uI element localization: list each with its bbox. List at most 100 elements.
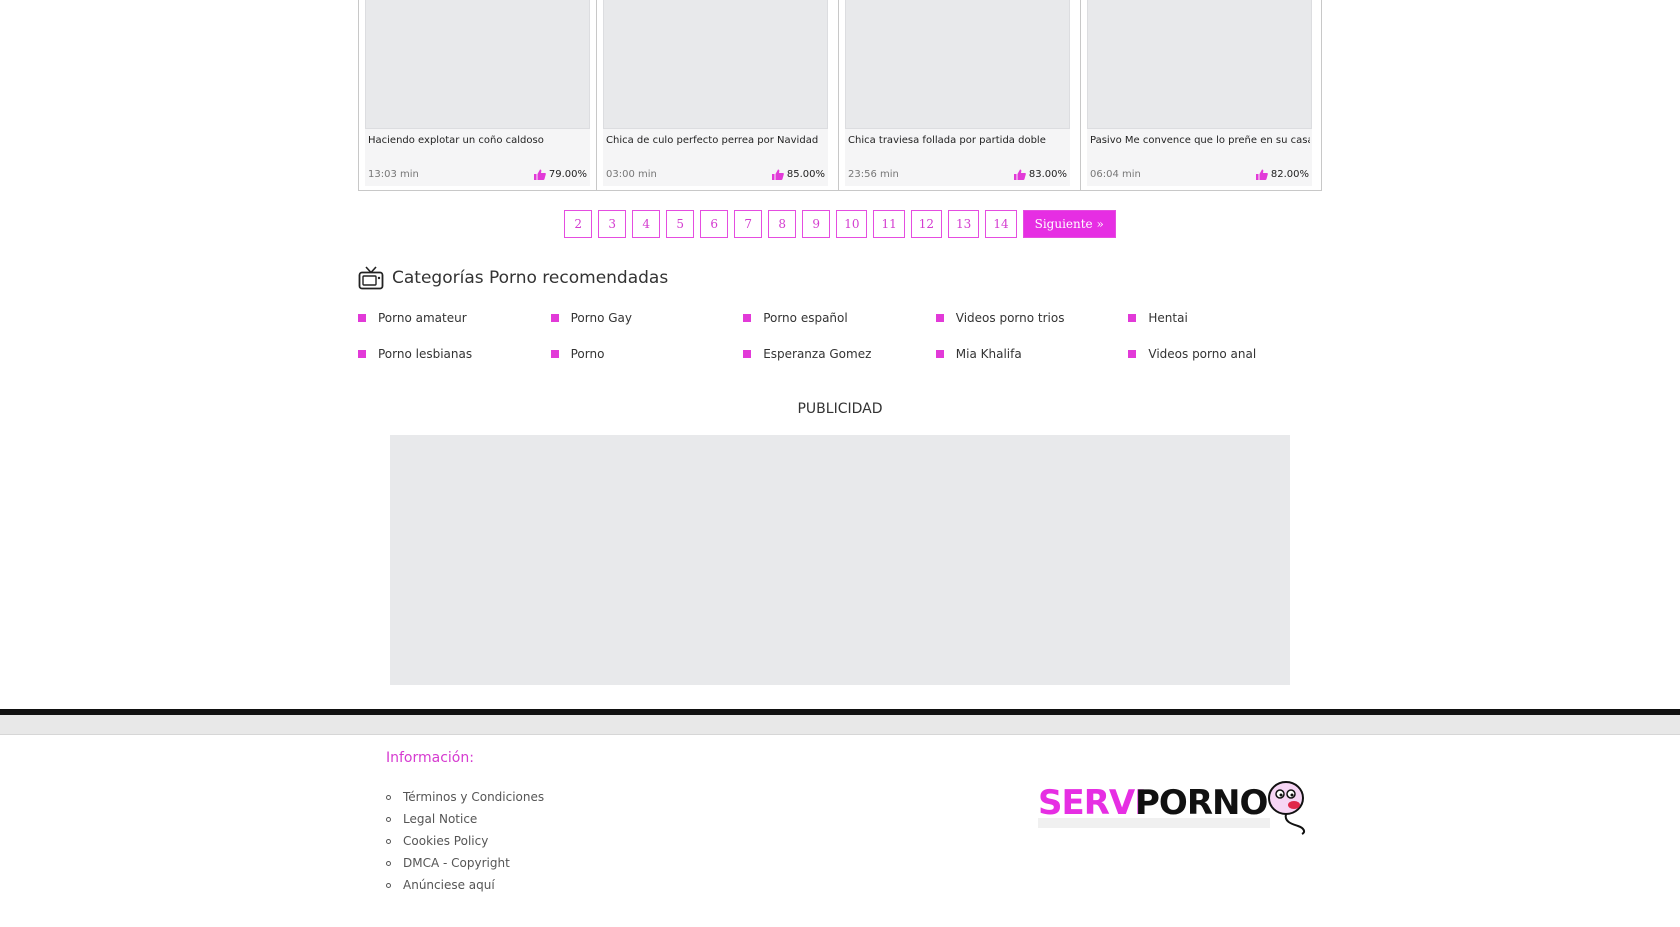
video-thumbnail[interactable]	[365, 0, 590, 129]
circle-bullet-icon	[386, 882, 391, 888]
rating-value: 83.00%	[1028, 169, 1067, 180]
video-thumbnail[interactable]	[845, 0, 1070, 129]
thumbs-up-icon	[1013, 169, 1026, 180]
page-link[interactable]: 4	[632, 210, 661, 238]
video-duration: 23:56 min	[848, 169, 899, 180]
page-link[interactable]: 12	[910, 210, 943, 238]
thumbs-up-icon	[533, 169, 546, 180]
video-card[interactable]: Pasivo Me convence que lo preñe en su ca…	[1080, 0, 1317, 190]
next-page-button[interactable]: Siguiente »	[1022, 210, 1116, 238]
footer-link[interactable]: Anúnciese aquí	[403, 878, 495, 892]
category-label[interactable]: Videos porno trios	[956, 311, 1065, 325]
footer-link[interactable]: DMCA - Copyright	[403, 856, 510, 870]
video-duration: 13:03 min	[368, 169, 419, 180]
category-link[interactable]: Videos porno trios	[935, 310, 1129, 326]
category-link[interactable]: Mia Khalifa	[935, 346, 1129, 362]
category-label[interactable]: Porno lesbianas	[378, 347, 472, 361]
footer-info-title: Información:	[386, 750, 474, 766]
site-logo[interactable]: SERVI PORNO	[1036, 778, 1316, 836]
footer-link-item[interactable]: Anúnciese aquí	[386, 874, 544, 896]
video-info: Pasivo Me convence que lo preñe en su ca…	[1087, 129, 1312, 186]
footer-link-item[interactable]: DMCA - Copyright	[386, 852, 544, 874]
circle-bullet-icon	[386, 794, 391, 800]
video-grid: Haciendo explotar un coño caldoso 13:03 …	[358, 0, 1322, 191]
category-label[interactable]: Porno	[571, 347, 605, 361]
mascot-icon	[1268, 781, 1306, 835]
page-link[interactable]: 9	[802, 210, 831, 238]
tv-icon	[358, 266, 384, 290]
video-rating: 85.00%	[771, 169, 825, 180]
video-info: Haciendo explotar un coño caldoso 13:03 …	[365, 129, 590, 186]
video-title[interactable]: Pasivo Me convence que lo preñe en su ca…	[1090, 135, 1310, 146]
category-label[interactable]: Videos porno anal	[1148, 347, 1256, 361]
bullet-icon	[550, 350, 559, 358]
category-label[interactable]: Porno amateur	[378, 311, 467, 325]
video-card[interactable]: Haciendo explotar un coño caldoso 13:03 …	[359, 0, 596, 190]
circle-bullet-icon	[386, 838, 391, 844]
circle-bullet-icon	[386, 816, 391, 822]
page-link[interactable]: 6	[700, 210, 729, 238]
video-thumbnail[interactable]	[1087, 0, 1312, 129]
ad-banner[interactable]	[390, 435, 1290, 685]
category-label[interactable]: Porno español	[763, 311, 848, 325]
video-title[interactable]: Haciendo explotar un coño caldoso	[368, 135, 588, 146]
video-card[interactable]: Chica de culo perfecto perrea por Navida…	[596, 0, 833, 190]
ad-label: PUBLICIDAD	[797, 401, 883, 417]
page-link[interactable]: 5	[666, 210, 695, 238]
footer-link-item[interactable]: Cookies Policy	[386, 830, 544, 852]
category-link[interactable]: Porno español	[743, 310, 936, 326]
rating-value: 85.00%	[786, 169, 825, 180]
category-link[interactable]: Porno	[550, 346, 744, 362]
bullet-icon	[743, 350, 752, 358]
video-title[interactable]: Chica traviesa follada por partida doble	[848, 135, 1068, 146]
categories-header: Categorías Porno recomendadas	[358, 266, 668, 290]
footer-link[interactable]: Términos y Condiciones	[403, 790, 544, 804]
category-label[interactable]: Hentai	[1148, 311, 1187, 325]
page-link[interactable]: 8	[768, 210, 797, 238]
logo-part-porno: PORNO	[1135, 783, 1267, 823]
page-link[interactable]: 3	[598, 210, 627, 238]
bullet-icon	[358, 350, 366, 358]
page-link[interactable]: 10	[836, 210, 868, 238]
category-label[interactable]: Mia Khalifa	[956, 347, 1022, 361]
category-link[interactable]: Porno amateur	[358, 310, 551, 326]
bullet-icon	[358, 314, 366, 322]
category-label[interactable]: Porno Gay	[571, 311, 632, 325]
footer-link[interactable]: Cookies Policy	[403, 834, 488, 848]
bullet-icon	[1128, 350, 1137, 358]
thumbs-up-icon	[1255, 169, 1268, 180]
video-duration: 03:00 min	[606, 169, 657, 180]
footer-link-item[interactable]: Términos y Condiciones	[386, 786, 544, 808]
category-link[interactable]: Porno lesbianas	[358, 346, 551, 362]
bullet-icon	[550, 314, 559, 322]
page-link[interactable]: 13	[948, 210, 980, 238]
category-link[interactable]: Porno Gay	[550, 310, 744, 326]
rating-value: 79.00%	[548, 169, 587, 180]
rating-value: 82.00%	[1270, 169, 1309, 180]
video-info: Chica de culo perfecto perrea por Navida…	[603, 129, 828, 186]
pagination: 2 3 4 5 6 7 8 9 10 11 12 13 14 Siguiente…	[358, 210, 1322, 238]
video-thumbnail[interactable]	[603, 0, 828, 129]
bullet-icon	[743, 314, 752, 322]
bullet-icon	[935, 350, 944, 358]
video-duration: 06:04 min	[1090, 169, 1141, 180]
page-link[interactable]: 11	[873, 210, 905, 238]
video-card[interactable]: Chica traviesa follada por partida doble…	[838, 0, 1075, 190]
footer-link[interactable]: Legal Notice	[403, 812, 477, 826]
footer-link-item[interactable]: Legal Notice	[386, 808, 544, 830]
page-link[interactable]: 2	[564, 210, 593, 238]
category-link[interactable]: Esperanza Gomez	[743, 346, 936, 362]
page-link[interactable]: 7	[734, 210, 763, 238]
logo-part-servi: SERVI	[1038, 783, 1146, 823]
circle-bullet-icon	[386, 860, 391, 866]
video-rating: 79.00%	[533, 169, 587, 180]
category-link[interactable]: Hentai	[1128, 310, 1321, 326]
video-rating: 82.00%	[1255, 169, 1309, 180]
category-link[interactable]: Videos porno anal	[1128, 346, 1321, 362]
video-rating: 83.00%	[1013, 169, 1067, 180]
category-label[interactable]: Esperanza Gomez	[763, 347, 871, 361]
footer-strip	[0, 715, 1680, 735]
video-title[interactable]: Chica de culo perfecto perrea por Navida…	[606, 135, 826, 146]
page-link[interactable]: 14	[985, 210, 1017, 238]
footer	[0, 735, 1680, 927]
